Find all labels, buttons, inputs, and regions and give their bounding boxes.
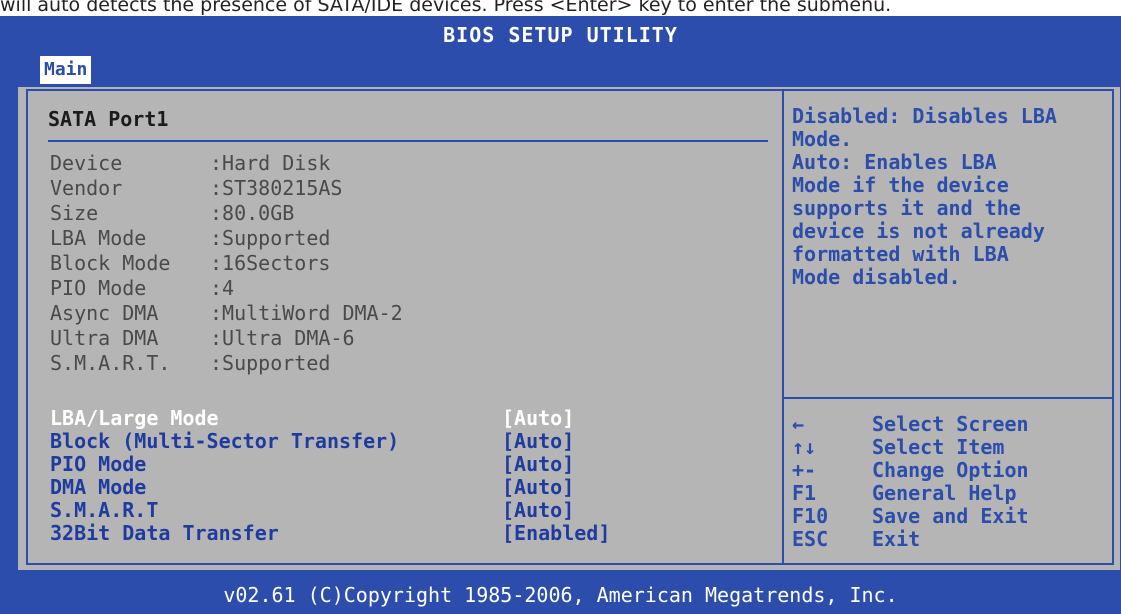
info-row-vendor: Vendor :ST380215AS <box>50 176 403 201</box>
help-line: Mode if the device <box>792 173 1009 197</box>
f1-key: F1 <box>792 481 817 505</box>
help-text: Disabled: Disables LBA Mode. Auto: Enabl… <box>792 105 1108 289</box>
panel-divider <box>48 140 768 142</box>
info-key: S.M.A.R.T. <box>50 351 171 375</box>
option-label: S.M.A.R.T <box>50 498 159 522</box>
option-pio-mode[interactable]: PIO Mode [Auto] <box>50 453 610 476</box>
info-value: :16Sectors <box>210 251 331 275</box>
info-key: Ultra DMA <box>50 326 159 350</box>
info-row-size: Size :80.0GB <box>50 201 403 226</box>
key-row-general-help: F1 General Help <box>792 482 1029 505</box>
key-row-exit: ESC Exit <box>792 528 1029 551</box>
key-action: Select Screen <box>872 412 1029 436</box>
options-list: LBA/Large Mode [Auto] Block (Multi-Sector… <box>50 407 610 545</box>
info-key: LBA Mode <box>50 226 147 250</box>
key-action: Select Item <box>872 435 1005 459</box>
info-row-async-dma: Async DMA :MultiWord DMA-2 <box>50 301 403 326</box>
key-legend: ← Select Screen ↑↓ Select Item +- Change Op… <box>792 413 1029 551</box>
info-value: :ST380215AS <box>210 176 343 200</box>
info-row-block-mode: Block Mode :16Sectors <box>50 251 403 276</box>
info-row-ultra-dma: Ultra DMA :Ultra DMA-6 <box>50 326 403 351</box>
key-action: Change Option <box>872 458 1029 482</box>
info-value: :MultiWord DMA-2 <box>210 301 403 325</box>
content-area: SATA Port1 Device :Hard Disk Vendor :ST380… <box>18 87 1120 570</box>
key-action: Exit <box>872 527 921 551</box>
info-value: :Supported <box>210 351 331 375</box>
option-value[interactable]: [Auto] <box>502 499 574 522</box>
option-value[interactable]: [Enabled] <box>502 522 610 545</box>
device-info-list: Device :Hard Disk Vendor :ST380215AS Size:… <box>50 151 403 376</box>
panel-title: SATA Port1 <box>48 107 169 131</box>
info-value: :80.0GB <box>210 201 295 225</box>
up-down-arrow-icon: ↑↓ <box>792 435 817 459</box>
plus-minus-key: +- <box>792 458 817 482</box>
info-value: :Hard Disk <box>210 151 331 175</box>
key-row-save-exit: F10 Save and Exit <box>792 505 1029 528</box>
info-key: PIO Mode <box>50 276 147 300</box>
tab-main[interactable]: Main <box>40 56 92 84</box>
option-lba-large-mode[interactable]: LBA/Large Mode [Auto] <box>50 407 610 430</box>
info-row-smart: S.M.A.R.T. :Supported <box>50 351 403 376</box>
option-value[interactable]: [Auto] <box>502 430 574 453</box>
option-value[interactable]: [Auto] <box>502 476 574 499</box>
key-action: General Help <box>872 481 1017 505</box>
help-line: Mode. <box>792 127 853 151</box>
option-32bit-transfer[interactable]: 32Bit Data Transfer [Enabled] <box>50 522 610 545</box>
copyright-footer: v02.61 (C)Copyright 1985-2006, American … <box>223 583 898 607</box>
help-line: Disabled: Disables LBA <box>792 104 1057 128</box>
option-smart[interactable]: S.M.A.R.T [Auto] <box>50 499 610 522</box>
info-key: Vendor <box>50 176 123 200</box>
help-line: formatted with LBA <box>792 242 1009 266</box>
key-action: Save and Exit <box>872 504 1029 528</box>
option-label: 32Bit Data Transfer <box>50 521 279 545</box>
info-row-device: Device :Hard Disk <box>50 151 403 176</box>
option-label: PIO Mode <box>50 452 147 476</box>
info-key: Async DMA <box>50 301 159 325</box>
option-label: LBA/Large Mode <box>50 406 219 430</box>
key-row-select-item: ↑↓ Select Item <box>792 436 1029 459</box>
key-row-select-screen: ← Select Screen <box>792 413 1029 436</box>
help-line: device is not already <box>792 219 1045 243</box>
option-label: DMA Mode <box>50 475 147 499</box>
info-row-pio-mode: PIO Mode :4 <box>50 276 403 301</box>
bios-screen: BIOS SETUP UTILITY Main SATA Port1 Devic… <box>0 16 1121 614</box>
option-block-transfer[interactable]: Block (Multi-Sector Transfer) [Auto] <box>50 430 610 453</box>
info-value: :Supported <box>210 226 331 250</box>
info-value: :Ultra DMA-6 <box>210 326 355 350</box>
help-line: supports it and the <box>792 196 1021 220</box>
document-caption-text: will auto detects the presence of SATA/I… <box>0 0 892 16</box>
f10-key: F10 <box>792 504 829 528</box>
left-arrow-icon: ← <box>792 412 805 436</box>
info-row-lba-mode: LBA Mode :Supported <box>50 226 403 251</box>
help-line: Mode disabled. <box>792 265 961 289</box>
info-key: Size <box>50 201 99 225</box>
option-value[interactable]: [Auto] <box>502 453 574 476</box>
info-key: Block Mode <box>50 251 171 275</box>
help-panel: Disabled: Disables LBA Mode. Auto: Enabl… <box>784 89 1114 565</box>
esc-key: ESC <box>792 527 829 551</box>
bios-title: BIOS SETUP UTILITY <box>443 23 678 47</box>
info-key: Device <box>50 151 123 175</box>
option-value[interactable]: [Auto] <box>502 407 574 430</box>
option-dma-mode[interactable]: DMA Mode [Auto] <box>50 476 610 499</box>
settings-panel: SATA Port1 Device :Hard Disk Vendor :ST380… <box>26 89 784 565</box>
key-row-change-option: +- Change Option <box>792 459 1029 482</box>
help-line: Auto: Enables LBA <box>792 150 997 174</box>
option-label: Block (Multi-Sector Transfer) <box>50 429 400 453</box>
info-value: :4 <box>210 276 235 300</box>
help-divider <box>784 397 1112 399</box>
